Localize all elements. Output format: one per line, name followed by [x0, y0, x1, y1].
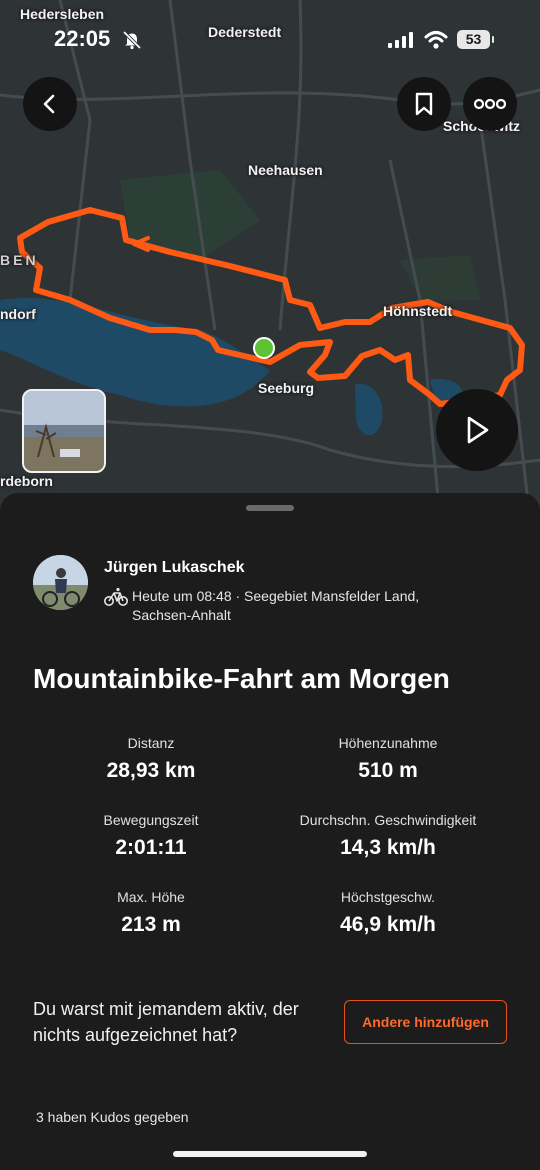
stat-max-speed: Höchstgeschw. 46,9 km/h — [258, 889, 518, 937]
stat-label: Durchschn. Geschwindigkeit — [299, 812, 477, 828]
sheet-handle[interactable] — [246, 505, 294, 511]
back-icon — [43, 94, 55, 114]
battery-icon: 53 — [457, 30, 494, 49]
bookmark-button[interactable] — [397, 77, 451, 131]
activity-date-location: Heute um 08:48 · Seegebiet Mansfelder La… — [132, 588, 420, 604]
activity-photo[interactable] — [22, 389, 106, 473]
place-label: rdeborn — [0, 473, 53, 489]
avatar-image — [33, 555, 88, 610]
place-label: BEN — [0, 252, 39, 268]
stat-value: 2:01:11 — [115, 836, 187, 859]
athlete-name[interactable]: Jürgen Lukaschek — [104, 559, 245, 577]
avatar[interactable] — [33, 555, 88, 610]
start-marker — [253, 337, 275, 359]
photo-thumbnail — [24, 391, 104, 471]
more-button[interactable] — [463, 77, 517, 131]
add-others-prompt: Du warst mit jemandem aktiv, der nichts … — [33, 999, 299, 1045]
home-indicator[interactable] — [173, 1151, 367, 1157]
map-view[interactable]: Hedersleben Dederstedt Neehausen Schochw… — [0, 0, 540, 520]
play-icon — [467, 416, 489, 444]
stat-label: Höchstgeschw. — [340, 889, 436, 905]
bell-off-icon — [122, 30, 142, 50]
stat-moving-time: Bewegungszeit 2:01:11 — [21, 812, 281, 860]
stat-label: Distanz — [127, 735, 175, 751]
stat-value: 510 m — [358, 759, 418, 782]
add-others-button[interactable]: Andere hinzufügen — [344, 1000, 507, 1044]
stat-value: 46,9 km/h — [340, 913, 436, 936]
more-icon — [473, 98, 507, 110]
stat-label: Max. Höhe — [117, 889, 185, 905]
back-button[interactable] — [23, 77, 77, 131]
stat-distance: Distanz 28,93 km — [21, 735, 281, 783]
place-label: Hedersleben — [20, 6, 105, 22]
stat-value: 28,93 km — [106, 759, 196, 782]
wifi-icon — [424, 31, 448, 49]
place-label: Dederstedt — [208, 24, 282, 40]
activity-sheet: Jürgen Lukaschek Heute um 08:48 · Seegeb… — [0, 493, 540, 1170]
play-flyover-button[interactable] — [436, 389, 518, 471]
stat-max-elevation: Max. Höhe 213 m — [21, 889, 281, 937]
status-time: 22:05 — [54, 26, 111, 51]
stat-value: 14,3 km/h — [340, 836, 436, 859]
activity-title: Mountainbike-Fahrt am Morgen — [33, 663, 450, 694]
stat-label: Bewegungszeit — [103, 812, 199, 828]
stat-average-speed: Durchschn. Geschwindigkeit 14,3 km/h — [258, 812, 518, 860]
place-label: Höhnstedt — [383, 303, 453, 319]
stat-value: 213 m — [121, 913, 181, 936]
stat-label: Höhenzunahme — [338, 735, 438, 751]
signal-icon — [388, 32, 413, 48]
bookmark-icon — [415, 92, 433, 116]
place-label: Neehausen — [248, 162, 323, 178]
stat-elevation-gain: Höhenzunahme 510 m — [258, 735, 518, 783]
kudos-count[interactable]: 3 haben Kudos gegeben — [36, 1109, 189, 1125]
activity-region: Sachsen-Anhalt — [132, 607, 231, 623]
bike-icon — [104, 587, 128, 606]
place-label: Seeburg — [258, 380, 315, 396]
battery-level: 53 — [465, 31, 482, 47]
place-label: ndorf — [0, 306, 36, 322]
